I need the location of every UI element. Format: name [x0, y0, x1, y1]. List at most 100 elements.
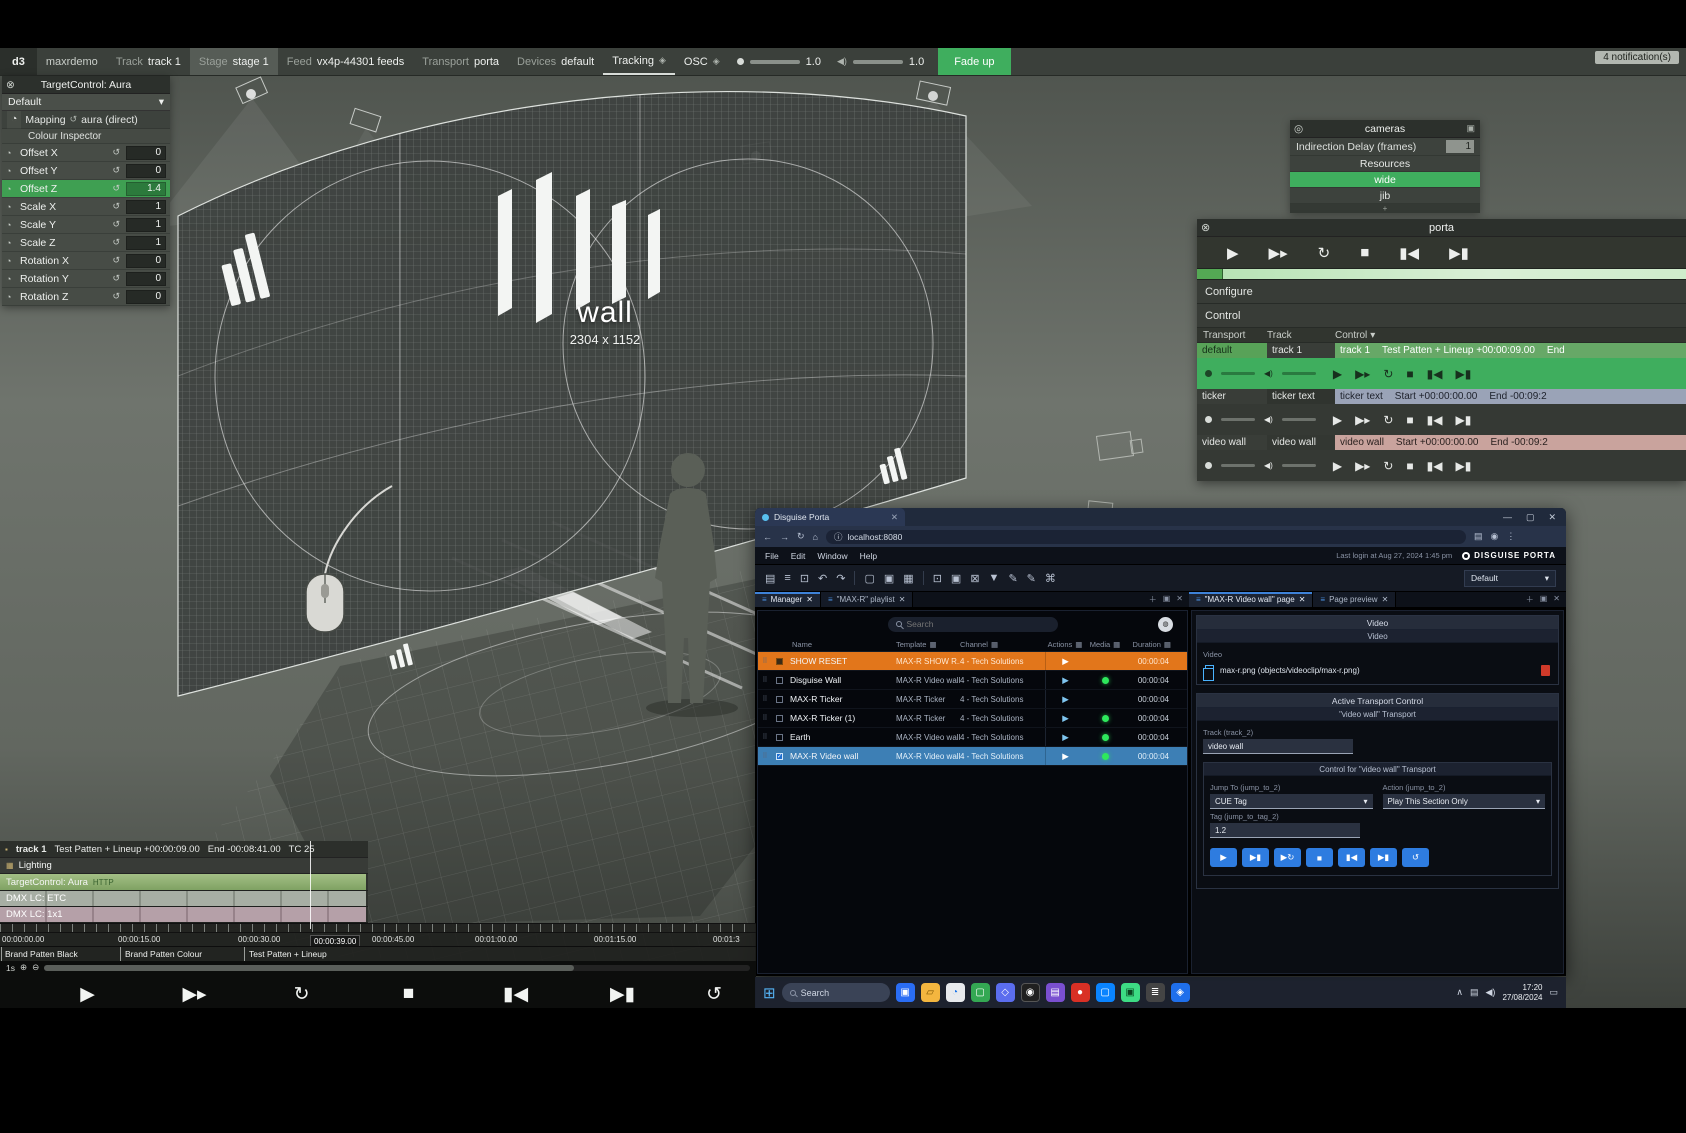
next-button[interactable]: ▶▮	[569, 983, 676, 1006]
fade-up-button[interactable]: Fade up	[938, 48, 1010, 75]
previous-button[interactable]: ▮◀	[1399, 244, 1419, 262]
col-control[interactable]: Control▾	[1335, 330, 1686, 341]
layer-targetcontrol[interactable]: TargetControl: AuraHTTP	[0, 874, 368, 891]
playlist-row-show-reset[interactable]: ⠿ SHOW RESET MAX-R SHOW R... 4 - Tech So…	[758, 652, 1187, 671]
drag-handle-icon[interactable]: ⠿	[758, 657, 772, 665]
close-pane-icon[interactable]: ✕	[1553, 594, 1560, 605]
tray-chevron-icon[interactable]: ∧	[1456, 987, 1463, 998]
search-field[interactable]	[888, 617, 1058, 632]
brightness-slider[interactable]	[1221, 418, 1255, 421]
taskbar-app-icon[interactable]: ▢	[1096, 983, 1115, 1002]
next-button[interactable]: ▶▮	[1370, 848, 1397, 867]
browser-tab[interactable]: Disguise Porta ✕	[755, 508, 905, 526]
zoom-level[interactable]: 1s	[6, 963, 15, 973]
fader-track[interactable]	[750, 60, 800, 64]
param-value-field[interactable]: 0	[126, 290, 166, 304]
paste-icon[interactable]: ▦	[903, 572, 913, 585]
add-resource-stub[interactable]: +	[1290, 204, 1480, 213]
filter-icon[interactable]: ▦	[991, 640, 998, 649]
play-to-next-button[interactable]: ▶▸	[1269, 244, 1288, 262]
control-info[interactable]: track 1 Test Patten + Lineup +00:00:09.0…	[1335, 343, 1686, 358]
play-button[interactable]: ▶	[1227, 244, 1239, 262]
transport-name[interactable]: default	[1197, 343, 1267, 358]
row-checkbox[interactable]	[776, 734, 783, 741]
play-to-next-button[interactable]: ▶▸	[1355, 413, 1370, 427]
layer-lighting[interactable]: ▦Lighting	[0, 858, 368, 874]
playlist-row-disguise-wall[interactable]: ⠿ Disguise Wall MAX-R Video wall 4 - Tec…	[758, 671, 1187, 690]
stop-button[interactable]: ■	[1406, 413, 1413, 427]
new-screen-icon[interactable]: ⊡	[800, 572, 809, 585]
filter-icon[interactable]: ▦	[1113, 640, 1120, 649]
profile-icon[interactable]: ◉	[1491, 531, 1499, 542]
profile-dropdown[interactable]: Default ▾	[1464, 570, 1556, 587]
stop-button[interactable]: ■	[1306, 848, 1333, 867]
drag-handle-icon[interactable]: ⠿	[758, 714, 772, 722]
layer-dmx-etc[interactable]: DMX LC: ETC	[0, 891, 368, 907]
add-tab-icon[interactable]: ＋	[1149, 594, 1157, 605]
tab-maxr-playlist[interactable]: ≡ "MAX-R" playlist ✕	[821, 592, 914, 607]
previous-button[interactable]: ▮◀	[1338, 848, 1365, 867]
camera-option-jib[interactable]: jib	[1290, 188, 1480, 204]
tab-close-icon[interactable]: ✕	[899, 595, 906, 604]
filter-icon[interactable]: ▦	[929, 640, 936, 649]
tab-close-icon[interactable]: ✕	[1299, 595, 1306, 604]
home-icon[interactable]: ⌂	[813, 532, 818, 542]
volume-slider[interactable]	[1282, 464, 1316, 467]
undo-icon[interactable]: ↶	[818, 572, 827, 585]
transport-name[interactable]: video wall	[1197, 435, 1267, 450]
notification-badge[interactable]: 4 notification(s)	[1595, 51, 1679, 64]
play-button[interactable]: ▶	[1333, 459, 1342, 473]
control-info[interactable]: video wall Start +00:00:00.00 End -00:09…	[1335, 435, 1686, 450]
param-value-field[interactable]: 0	[126, 254, 166, 268]
taskbar-app-icon[interactable]: ▤	[1046, 983, 1065, 1002]
menu-osc[interactable]: OSC ◈	[675, 48, 729, 75]
tab-close-icon[interactable]: ✕	[1382, 595, 1389, 604]
start-button[interactable]: ⊞	[763, 984, 776, 1002]
jump-to-select[interactable]: CUE Tag ▾	[1210, 794, 1373, 809]
taskbar-clock[interactable]: 17:20 27/08/2024	[1502, 983, 1542, 1003]
delete-icon[interactable]: ⊠	[970, 572, 979, 585]
track-name[interactable]: ticker text	[1267, 389, 1335, 404]
taskbar-app-icon[interactable]: ●	[1071, 983, 1090, 1002]
target-control-titlebar[interactable]: ⊗ TargetControl: Aura	[2, 76, 170, 94]
remove-icon[interactable]	[1541, 665, 1550, 676]
next-button[interactable]: ▶▮	[1455, 413, 1471, 427]
indirection-delay-field[interactable]: 1	[1446, 140, 1474, 153]
section-label[interactable]: Brand Patten Colour	[125, 949, 202, 959]
maximize-button[interactable]: ▢	[1526, 512, 1535, 523]
rename-icon[interactable]: ✎	[1008, 572, 1017, 585]
play-to-next-button[interactable]: ▶▸	[1355, 459, 1370, 473]
mapping-row[interactable]: ◔ Mapping ↺ aura (direct)	[2, 111, 170, 129]
loop-button[interactable]: ↻	[1383, 459, 1393, 473]
next-button[interactable]: ▶▮	[1455, 459, 1471, 473]
control-info[interactable]: ticker text Start +00:00:00.00 End -00:0…	[1335, 389, 1686, 404]
new-playlist-icon[interactable]: ≡	[784, 572, 790, 584]
menu-stage[interactable]: Stage stage 1	[190, 48, 278, 75]
param-value-field[interactable]: 0	[126, 272, 166, 286]
taskbar-app-icon[interactable]: ◈	[1171, 983, 1190, 1002]
col-track[interactable]: Track	[1267, 330, 1335, 341]
close-icon[interactable]: ⊗	[1201, 221, 1210, 234]
stop-button[interactable]: ■	[1406, 459, 1413, 473]
play-section-button[interactable]: ▶▮	[1242, 848, 1269, 867]
brightness-dot-icon[interactable]	[1205, 370, 1212, 377]
param-row-offset-z[interactable]: ◔ Offset Z ↺ 1.4	[2, 180, 170, 198]
window-icon[interactable]: ▣	[1466, 123, 1475, 134]
menu-tracking[interactable]: Tracking ◈	[603, 48, 675, 75]
menu-project[interactable]: maxrdemo	[37, 48, 107, 75]
play-button[interactable]: ▶	[1333, 413, 1342, 427]
return-button[interactable]: ↺	[1402, 848, 1429, 867]
back-icon[interactable]: ←	[763, 532, 772, 542]
play-to-next-button[interactable]: ▶▸	[1355, 367, 1370, 381]
col-template[interactable]: Template▦	[896, 640, 960, 649]
play-loop-button[interactable]: ▶↻	[1274, 848, 1301, 867]
volume-slider[interactable]	[1282, 418, 1316, 421]
playlist-row-maxr-ticker[interactable]: ⠿ MAX-R Ticker MAX-R Ticker 4 - Tech Sol…	[758, 690, 1187, 709]
search-input[interactable]	[907, 619, 1027, 629]
timeline-scrollbar[interactable]	[44, 965, 750, 971]
drag-handle-icon[interactable]: ⠿	[758, 752, 772, 760]
stop-button[interactable]: ■	[1406, 367, 1413, 381]
copy-icon[interactable]	[1205, 665, 1214, 676]
layer-dmx-1x1[interactable]: DMX LC: 1x1	[0, 907, 368, 923]
redo-icon[interactable]: ↷	[836, 572, 845, 585]
